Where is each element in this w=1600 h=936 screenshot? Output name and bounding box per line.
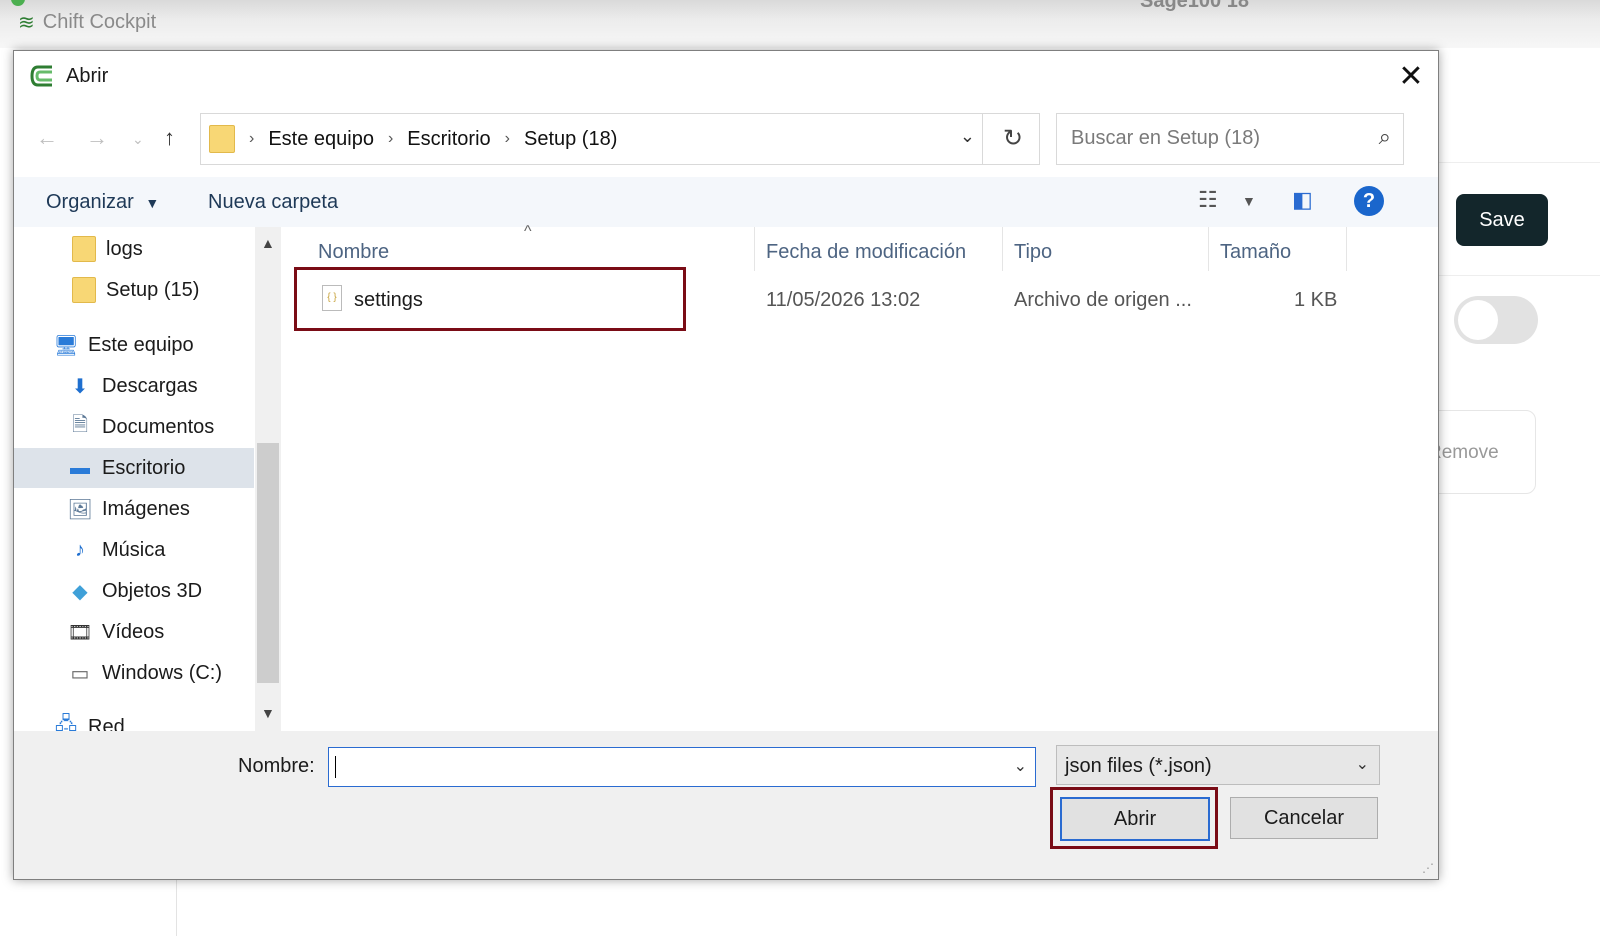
sidebar-item-windows-c[interactable]: ▭ Windows (C:) bbox=[14, 653, 254, 693]
folder-icon bbox=[72, 277, 96, 303]
sidebar-item-musica[interactable]: ♪ Música bbox=[14, 530, 254, 570]
caret-down-icon[interactable]: ▼ bbox=[1242, 193, 1256, 209]
music-icon: ♪ bbox=[75, 538, 85, 561]
sidebar-item-descargas[interactable]: ⬇ Descargas bbox=[14, 366, 254, 406]
sidebar-item-este-equipo[interactable]: 🖥 Este equipo bbox=[14, 325, 254, 365]
column-header-size[interactable]: Tamaño bbox=[1220, 241, 1291, 264]
toggle-switch[interactable] bbox=[1454, 296, 1538, 344]
column-header-name[interactable]: Nombre bbox=[318, 241, 389, 264]
search-input[interactable]: Buscar en Setup (18) bbox=[1071, 127, 1260, 150]
divider bbox=[1002, 227, 1003, 271]
computer-icon: 🖥 bbox=[53, 334, 79, 357]
video-icon: 🎞 bbox=[67, 621, 93, 644]
up-arrow-icon[interactable]: ↑ bbox=[164, 125, 175, 151]
divider bbox=[754, 227, 755, 271]
sidebar-item-escritorio[interactable]: ▬ Escritorio bbox=[14, 448, 254, 488]
close-icon[interactable]: ✕ bbox=[1394, 61, 1428, 95]
image-icon: 🖼 bbox=[67, 498, 93, 521]
chevron-right-icon: › bbox=[387, 130, 394, 147]
refresh-icon[interactable]: ↻ bbox=[1003, 124, 1023, 153]
network-icon: 🖧 bbox=[54, 714, 78, 731]
folder-icon bbox=[72, 236, 96, 262]
chevron-down-icon: ⌄ bbox=[1355, 756, 1369, 773]
divider bbox=[1346, 227, 1347, 271]
recent-locations-chevron-icon[interactable]: ⌄ bbox=[132, 131, 144, 148]
breadcrumb-setup[interactable]: Setup (18) bbox=[524, 128, 617, 151]
address-bar[interactable]: › Este equipo › Escritorio › Setup (18) … bbox=[200, 113, 1040, 165]
dialog-titlebar: Abrir ✕ bbox=[14, 51, 1438, 107]
cube-icon: ◆ bbox=[72, 580, 88, 603]
scroll-up-icon[interactable]: ▲ bbox=[261, 235, 275, 251]
sidebar-item-objetos-3d[interactable]: ◆ Objetos 3D bbox=[14, 571, 254, 611]
app-logo-icon: ≋ bbox=[18, 12, 35, 34]
preview-pane-icon[interactable]: ◧ bbox=[1292, 187, 1313, 213]
organize-menu[interactable]: Organizar ▼ bbox=[46, 191, 159, 214]
sidebar-item-setup-15[interactable]: Setup (15) bbox=[14, 270, 254, 310]
open-file-dialog: Abrir ✕ ← → ⌄ ↑ › Este equipo › Escritor… bbox=[13, 50, 1439, 880]
desktop-icon: ▬ bbox=[70, 456, 90, 479]
search-box[interactable]: Buscar en Setup (18) ⌕ bbox=[1056, 113, 1404, 165]
caret-down-icon: ▼ bbox=[145, 195, 160, 211]
scroll-down-icon[interactable]: ▼ bbox=[261, 705, 275, 721]
file-size: 1 KB bbox=[1294, 289, 1338, 311]
breadcrumb-este-equipo[interactable]: Este equipo bbox=[268, 128, 374, 151]
dialog-title: Abrir bbox=[66, 65, 109, 87]
navigation-pane: logs Setup (15) 🖥 Este equipo ⬇ Descarga… bbox=[14, 227, 254, 731]
resize-grip-icon[interactable]: ⋰ bbox=[1422, 861, 1434, 875]
cancel-button[interactable]: Cancelar bbox=[1230, 797, 1378, 839]
divider bbox=[982, 114, 983, 164]
app-titlebar: ≋ Chift Cockpit Sage100 18 bbox=[0, 0, 1600, 48]
scrollbar-thumb[interactable] bbox=[257, 443, 279, 683]
sidebar-item-logs[interactable]: logs bbox=[14, 229, 254, 269]
sidebar-item-red[interactable]: 🖧 Red bbox=[14, 707, 254, 731]
new-folder-button[interactable]: Nueva carpeta bbox=[208, 191, 338, 214]
app-title: ≋ Chift Cockpit bbox=[18, 11, 157, 34]
chevron-down-icon[interactable]: ⌄ bbox=[960, 126, 975, 147]
download-icon: ⬇ bbox=[71, 375, 89, 398]
breadcrumb-escritorio[interactable]: Escritorio bbox=[407, 128, 490, 151]
file-list: ^ Nombre Fecha de modificación Tipo Tama… bbox=[284, 223, 1438, 731]
folder-icon bbox=[209, 125, 235, 153]
text-cursor bbox=[335, 756, 336, 778]
sidebar-item-documentos[interactable]: 🗎 Documentos bbox=[14, 407, 254, 447]
divider bbox=[1208, 227, 1209, 271]
sidebar-item-videos[interactable]: 🎞 Vídeos bbox=[14, 612, 254, 652]
file-type-select[interactable]: json files (*.json) ⌄ bbox=[1056, 745, 1380, 785]
chevron-down-icon[interactable]: ⌄ bbox=[1014, 756, 1027, 776]
save-button[interactable]: Save bbox=[1456, 194, 1548, 246]
app-logo-icon bbox=[30, 65, 52, 87]
document-icon: 🗎 bbox=[71, 414, 89, 436]
drive-icon: ▭ bbox=[70, 662, 90, 685]
view-list-icon[interactable]: ☷ bbox=[1198, 187, 1218, 213]
chevron-right-icon: › bbox=[249, 130, 255, 147]
back-arrow-icon[interactable]: ← bbox=[36, 125, 58, 151]
open-button[interactable]: Abrir bbox=[1060, 797, 1210, 841]
file-modified: 11/05/2026 13:02 bbox=[766, 289, 921, 311]
sidebar-item-imagenes[interactable]: 🖼 Imágenes bbox=[14, 489, 254, 529]
column-header-modified[interactable]: Fecha de modificación bbox=[766, 241, 966, 264]
dialog-toolbar: Organizar ▼ Nueva carpeta ☷ ▼ ◧ ? bbox=[14, 177, 1438, 227]
search-icon[interactable]: ⌕ bbox=[1379, 124, 1391, 150]
forward-arrow-icon[interactable]: → bbox=[86, 125, 108, 151]
company-title: Sage100 18 bbox=[1140, 0, 1249, 12]
dialog-footer: Nombre: ⌄ json files (*.json) ⌄ Abrir Ca… bbox=[14, 731, 1438, 879]
sort-ascending-icon: ^ bbox=[524, 223, 532, 240]
highlight-box bbox=[294, 267, 686, 331]
file-type: Archivo de origen ... bbox=[1014, 289, 1192, 311]
navigation-scrollbar[interactable]: ▲ ▼ bbox=[255, 227, 281, 731]
file-type-value: json files (*.json) bbox=[1065, 755, 1212, 777]
filename-label: Nombre: bbox=[238, 755, 315, 777]
column-header-type[interactable]: Tipo bbox=[1014, 241, 1052, 264]
help-icon[interactable]: ? bbox=[1354, 186, 1384, 216]
chevron-right-icon: › bbox=[504, 130, 510, 147]
filename-input[interactable]: ⌄ bbox=[328, 747, 1036, 787]
window-status-dot bbox=[11, 0, 25, 6]
